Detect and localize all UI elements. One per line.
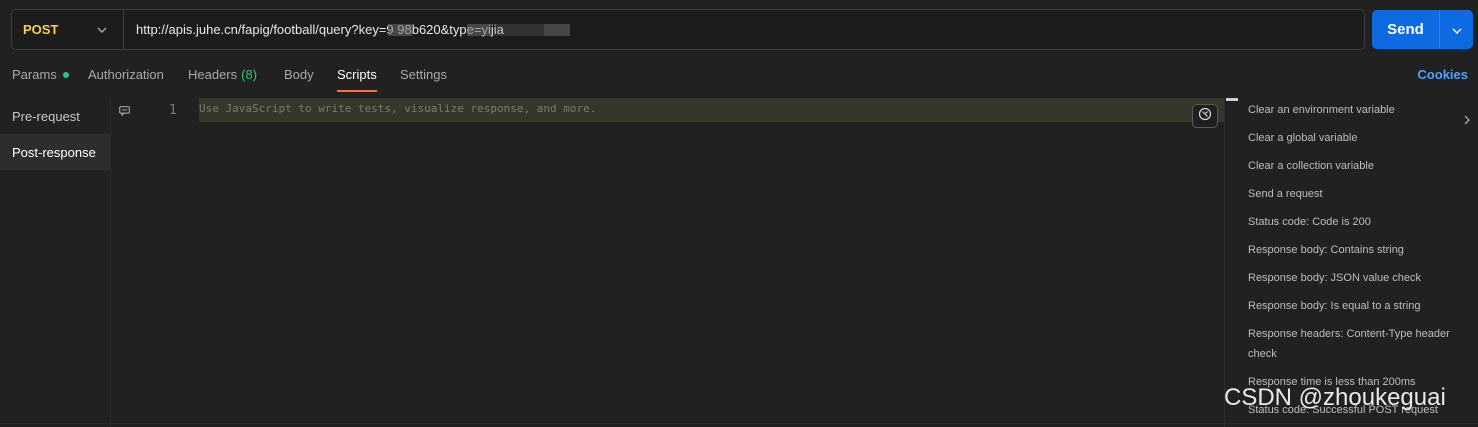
tab-scripts[interactable]: Scripts — [337, 67, 377, 92]
send-options-button[interactable] — [1439, 10, 1473, 49]
chevron-down-icon — [97, 27, 107, 33]
snippet-item[interactable]: Response headers: Content-Type header ch… — [1248, 324, 1468, 364]
request-workspace: POST http://apis.juhe.cn/fapig/football/… — [0, 0, 1478, 427]
chevron-down-icon — [1452, 21, 1462, 39]
script-sections: Pre-request Post-response — [0, 98, 110, 427]
ai-assist-icon — [1198, 107, 1212, 126]
snippets-list: Clear an environment variable Clear a gl… — [1248, 98, 1468, 427]
tab-body[interactable]: Body — [284, 67, 314, 90]
watermark: CSDN @zhoukeguai — [1224, 384, 1446, 411]
section-label: Pre-request — [12, 108, 80, 124]
tab-label: Headers — [188, 67, 238, 82]
line-number: 1 — [169, 103, 177, 118]
redaction-mask — [467, 24, 491, 36]
tab-settings[interactable]: Settings — [400, 67, 447, 90]
send-button[interactable]: Send — [1372, 10, 1439, 49]
tab-label: Body — [284, 67, 314, 82]
divider — [1224, 98, 1225, 427]
tab-authorization[interactable]: Authorization — [88, 67, 164, 90]
url-input[interactable]: http://apis.juhe.cn/fapig/football/query… — [124, 10, 1364, 49]
redaction-mask — [494, 24, 544, 36]
snippet-item[interactable]: Send a request — [1248, 184, 1468, 204]
snippet-item[interactable]: Status code: Code is 200 — [1248, 212, 1468, 232]
section-post-response[interactable]: Post-response — [0, 134, 110, 170]
method-select[interactable]: POST — [12, 10, 124, 49]
tab-label: Settings — [400, 67, 447, 82]
params-indicator-dot — [62, 71, 69, 78]
comment-icon[interactable] — [119, 103, 130, 121]
tab-label: Scripts — [337, 67, 377, 82]
request-tabs: Params Authorization Headers (8) Body Sc… — [0, 60, 1478, 92]
section-pre-request[interactable]: Pre-request — [0, 98, 110, 134]
url-text: http://apis.juhe.cn/fapig/football/query… — [136, 22, 504, 37]
snippet-item[interactable]: Response body: Contains string — [1248, 240, 1468, 260]
snippet-item[interactable]: Clear an environment variable — [1248, 100, 1468, 120]
snippet-scrollbar[interactable] — [1226, 98, 1238, 101]
script-editor[interactable]: 1 Use JavaScript to write tests, visuali… — [111, 98, 1224, 427]
snippet-item[interactable]: Response body: Is equal to a string — [1248, 296, 1468, 316]
tab-label: Authorization — [88, 67, 164, 82]
snippet-item[interactable]: Clear a global variable — [1248, 128, 1468, 148]
editor-placeholder: Use JavaScript to write tests, visualize… — [199, 102, 597, 115]
tab-params[interactable]: Params — [12, 67, 69, 90]
redaction-mask — [544, 24, 570, 36]
headers-count: (8) — [241, 67, 258, 82]
method-label: POST — [23, 22, 59, 37]
snippet-item[interactable]: Response body: JSON value check — [1248, 268, 1468, 288]
send-button-group: Send — [1372, 10, 1473, 49]
url-bar: POST http://apis.juhe.cn/fapig/football/… — [11, 9, 1365, 50]
divider — [0, 423, 1478, 424]
tab-label: Params — [12, 67, 57, 82]
cookies-link[interactable]: Cookies — [1417, 67, 1468, 82]
snippet-item[interactable]: Clear a collection variable — [1248, 156, 1468, 176]
redaction-mask — [388, 24, 412, 36]
chevron-right-icon[interactable] — [1464, 112, 1470, 130]
tab-headers[interactable]: Headers (8) — [188, 67, 257, 90]
ai-assist-button[interactable] — [1192, 104, 1218, 128]
section-label: Post-response — [12, 144, 96, 160]
